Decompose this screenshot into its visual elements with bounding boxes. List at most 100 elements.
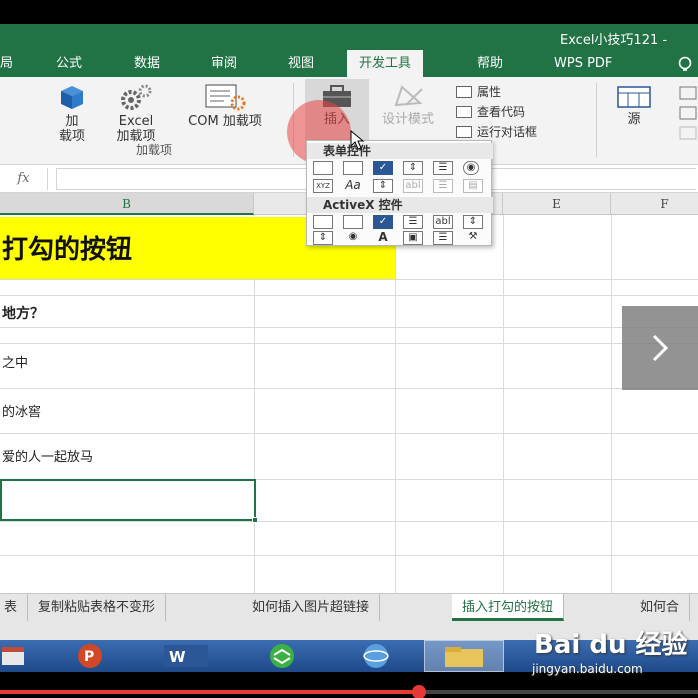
column-header-b[interactable]: B (0, 193, 254, 215)
activex-scroll-bar-control[interactable]: ⇕ (463, 215, 483, 229)
tab-formulas[interactable]: 公式 (50, 50, 88, 77)
activex-command-button-control[interactable] (313, 215, 333, 229)
worksheet[interactable]: B E F 打勾的按钮 地方？ 之中 的冰窖 爱的人一起放马 (0, 193, 698, 593)
properties-label: 属性 (477, 85, 502, 99)
tab-help[interactable]: 帮助 (471, 50, 509, 77)
gridline (0, 388, 698, 389)
form-combo-dropdown-control[interactable]: ▤ (463, 179, 483, 193)
excel-addins-button[interactable]: Excel 加载项 (106, 83, 166, 144)
form-combo-list-control[interactable]: ☰ (433, 179, 453, 193)
tab-view[interactable]: 视图 (282, 50, 320, 77)
sheet-tab-3[interactable]: 如何插入图片超链接 (242, 594, 381, 621)
view-code-label: 查看代码 (477, 105, 526, 119)
sheet-tab-1[interactable]: 表 (0, 594, 29, 621)
design-mode-label: 设计模式 (381, 112, 434, 127)
activex-checkbox-control[interactable]: ✓ (373, 215, 393, 229)
word-icon[interactable]: W (160, 643, 214, 669)
activex-option-button-control[interactable]: ◉ (343, 231, 363, 245)
activex-spin-button-control[interactable]: ⇕ (313, 231, 333, 245)
view-code-button[interactable]: 查看代码 (456, 103, 525, 120)
more-controls-icon[interactable]: ⚒ (463, 231, 483, 245)
cell-question[interactable]: 地方？ (2, 303, 44, 323)
ribbon-separator-2 (596, 83, 597, 157)
video-progress-handle[interactable] (411, 685, 426, 698)
tab-developer[interactable]: 开发工具 (347, 50, 424, 77)
addins-label-1: 加 (65, 114, 79, 129)
cube-icon (61, 86, 83, 109)
source-label: 源 (627, 112, 641, 127)
column-header-f[interactable]: F (611, 193, 698, 215)
powerpoint-icon[interactable]: P (66, 643, 120, 669)
title-cell-text: 打勾的按钮 (2, 235, 133, 265)
form-combo-box-control[interactable] (343, 161, 363, 175)
chevron-right-icon (652, 334, 669, 362)
gridline (611, 215, 612, 593)
taskbar-app-icon[interactable] (0, 643, 30, 669)
form-group-box-control[interactable]: XYZ (313, 179, 333, 193)
video-progress-bar[interactable] (0, 685, 698, 698)
gridline (395, 215, 396, 593)
cell-row-b[interactable]: 的冰窖 (2, 401, 41, 420)
function-icon[interactable]: fx (0, 168, 48, 190)
activex-combo-box-control[interactable] (343, 215, 363, 229)
activex-controls-header: ActiveX 控件 (307, 197, 493, 213)
design-mode-button[interactable]: 设计模式 (372, 83, 444, 127)
form-spin-button-control[interactable]: ⇕ (403, 161, 423, 175)
mouse-cursor-icon (350, 130, 365, 150)
source-button[interactable]: 源 (612, 85, 656, 127)
com-addins-button[interactable]: COM 加载项 (170, 83, 280, 129)
cell-row-a[interactable]: 之中 (2, 352, 28, 371)
gridline (0, 279, 698, 280)
sync-icon[interactable] (256, 643, 310, 669)
form-label-control[interactable]: Aa (343, 179, 363, 193)
xml-source-icon (617, 86, 651, 108)
properties-icon (456, 86, 472, 98)
activex-label-control[interactable]: A (373, 231, 393, 245)
form-text-field-control[interactable]: abl (403, 179, 423, 193)
form-checkbox-control[interactable]: ✓ (373, 161, 393, 175)
tab-review[interactable]: 审阅 (205, 50, 243, 77)
browser-icon[interactable] (350, 643, 404, 669)
controls-dropdown: 表单控件 ✓ ⇕ ☰ ◉ XYZ Aa ⇕ abl ☰ ▤ ActiveX 控件… (306, 140, 493, 246)
fill-handle[interactable] (252, 517, 258, 523)
activex-text-box-control[interactable]: abl (433, 215, 453, 229)
lightbulb-icon[interactable] (676, 56, 694, 74)
addins-button[interactable]: 加 载项 (50, 83, 94, 144)
tab-layout[interactable]: 局 (0, 50, 19, 77)
form-scroll-bar-control[interactable]: ⇕ (373, 179, 393, 193)
sheet-tab-4[interactable]: 插入打勾的按钮 (452, 594, 565, 621)
group-label-addins: 加载项 (136, 143, 173, 157)
gridline (0, 433, 698, 434)
gridline (0, 295, 698, 296)
properties-button[interactable]: 属性 (456, 83, 501, 100)
addins-label-2: 载项 (58, 129, 85, 144)
title-bar: Excel小技巧121 - (0, 24, 698, 50)
taskbar-active-item[interactable] (424, 640, 504, 672)
folder-icon (445, 647, 483, 667)
sheet-tab-2[interactable]: 复制粘贴表格不变形 (28, 594, 167, 621)
activex-toggle-button-control[interactable]: ☰ (433, 231, 453, 245)
baidu-logo: Bai du 经验 (534, 630, 688, 660)
sheet-tab-5[interactable]: 如何合 (630, 594, 691, 621)
run-dialog-button[interactable]: 运行对话框 (456, 123, 537, 140)
activex-list-box-control[interactable]: ☰ (403, 215, 423, 229)
gear-icon (121, 84, 152, 110)
gridline (0, 521, 698, 522)
form-list-box-control[interactable]: ☰ (433, 161, 453, 175)
column-header-e[interactable]: E (503, 193, 611, 215)
gridline (0, 555, 698, 556)
next-slide-button[interactable] (622, 306, 698, 390)
tab-data[interactable]: 数据 (128, 50, 166, 77)
form-button-control[interactable] (313, 161, 333, 175)
com-addins-icon (205, 84, 246, 111)
screen: Excel小技巧121 - 局 公式 数据 审阅 视图 开发工具 帮助 WPS … (0, 0, 698, 698)
svg-text:P: P (84, 649, 94, 665)
excel-addins-label-1: Excel (118, 114, 154, 129)
activex-image-control[interactable]: ▣ (403, 231, 423, 245)
selected-cell[interactable] (0, 479, 258, 523)
form-option-button-control[interactable]: ◉ (463, 161, 479, 175)
cell-row-c[interactable]: 爱的人一起放马 (2, 446, 93, 465)
form-controls-header: 表单控件 (307, 143, 493, 159)
run-dialog-label: 运行对话框 (477, 125, 538, 139)
tab-wps-pdf[interactable]: WPS PDF (548, 50, 618, 77)
